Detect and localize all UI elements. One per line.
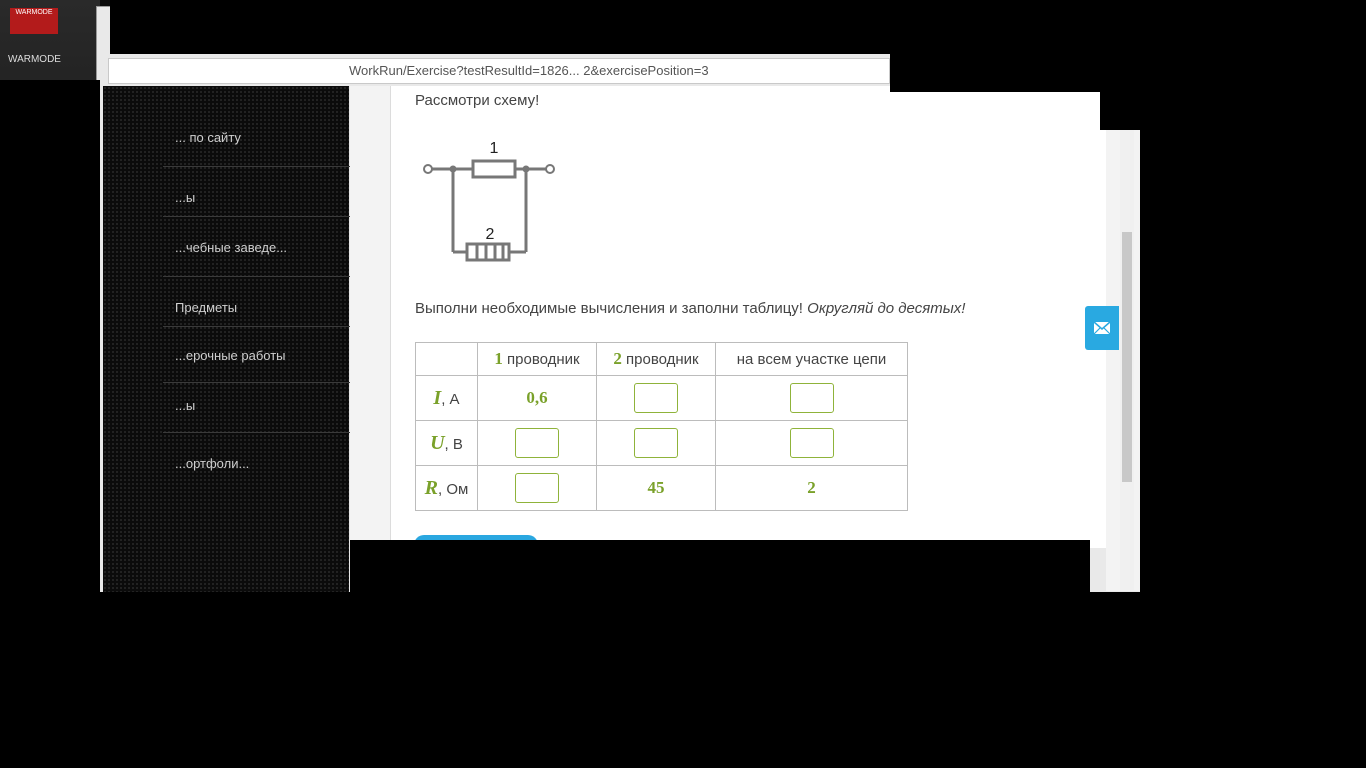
current-total-cell bbox=[715, 375, 908, 421]
voltage-total-input[interactable] bbox=[789, 428, 834, 458]
instruction-hint: Округляй до десятых! bbox=[807, 300, 966, 317]
instruction-text: Выполни необходимые вычисления и заполни… bbox=[415, 300, 803, 317]
answer-table: 1 проводник 2 проводник на всем участке … bbox=[415, 342, 908, 511]
sidebar-item-schools[interactable]: ...чебные заведе... bbox=[175, 240, 287, 255]
sidebar-item-2[interactable]: ...ы bbox=[175, 190, 195, 205]
voltage-1-cell bbox=[477, 420, 597, 466]
header-whole-circuit: на всем участке цепи bbox=[715, 342, 908, 376]
content-gutter-left bbox=[350, 86, 390, 546]
desktop-shortcut-icon[interactable]: WARMODE bbox=[10, 8, 58, 34]
feedback-button[interactable] bbox=[1085, 306, 1119, 350]
current-1-value: 0,6 bbox=[477, 375, 597, 421]
current-total-input[interactable] bbox=[789, 383, 834, 413]
resistance-1-cell bbox=[477, 465, 597, 511]
scrollbar-thumb[interactable] bbox=[1122, 232, 1132, 482]
url-text: WorkRun/Exercise?testResultId=1826... 2&… bbox=[349, 63, 709, 78]
resistor-2-label: 2 bbox=[486, 226, 495, 243]
exercise-instruction: Выполни необходимые вычисления и заполни… bbox=[415, 300, 965, 317]
row-label-current: I, А bbox=[415, 375, 478, 421]
current-2-cell bbox=[596, 375, 716, 421]
table-row: U, В bbox=[415, 420, 908, 466]
redaction-top bbox=[110, 0, 1366, 54]
resistance-1-input[interactable] bbox=[515, 473, 559, 503]
table-row: I, А 0,6 bbox=[415, 375, 908, 421]
redaction-bottom bbox=[0, 592, 1366, 768]
resistance-total-value: 2 bbox=[715, 465, 908, 511]
sidebar-item-tests[interactable]: ...ерочные работы bbox=[175, 348, 286, 363]
header-empty-cell bbox=[415, 342, 478, 376]
header-conductor-2: 2 проводник bbox=[596, 342, 716, 376]
desktop-shortcut-label: WARMODE bbox=[8, 54, 61, 65]
voltage-1-input[interactable] bbox=[515, 428, 559, 458]
sidebar-item-portfolio[interactable]: ...ортфоли... bbox=[175, 456, 249, 471]
row-label-resistance: R, Ом bbox=[415, 465, 478, 511]
voltage-2-cell bbox=[596, 420, 716, 466]
sidebar-item-site[interactable]: ... по сайту bbox=[175, 130, 241, 145]
sidebar-item-6[interactable]: ...ы bbox=[175, 398, 195, 413]
address-bar[interactable]: WorkRun/Exercise?testResultId=1826... 2&… bbox=[108, 58, 890, 84]
mail-icon bbox=[1093, 321, 1111, 335]
redaction-corner bbox=[1100, 80, 1160, 130]
voltage-total-cell bbox=[715, 420, 908, 466]
header-conductor-1: 1 проводник bbox=[477, 342, 597, 376]
sidebar: ... по сайту ...ы ...чебные заведе... Пр… bbox=[103, 86, 443, 646]
current-2-input[interactable] bbox=[634, 383, 678, 413]
exercise-prompt: Рассмотри схему! bbox=[415, 92, 540, 109]
circuit-diagram: 1 2 bbox=[423, 140, 555, 262]
voltage-2-input[interactable] bbox=[634, 428, 678, 458]
sidebar-item-subjects[interactable]: Предметы bbox=[175, 300, 237, 315]
table-row: R, Ом 45 2 bbox=[415, 465, 908, 511]
row-label-voltage: U, В bbox=[415, 420, 478, 466]
resistor-1-label: 1 bbox=[490, 140, 499, 157]
resistance-2-value: 45 bbox=[596, 465, 716, 511]
table-header-row: 1 проводник 2 проводник на всем участке … bbox=[415, 342, 908, 376]
redaction-bottom-band bbox=[350, 540, 1090, 596]
